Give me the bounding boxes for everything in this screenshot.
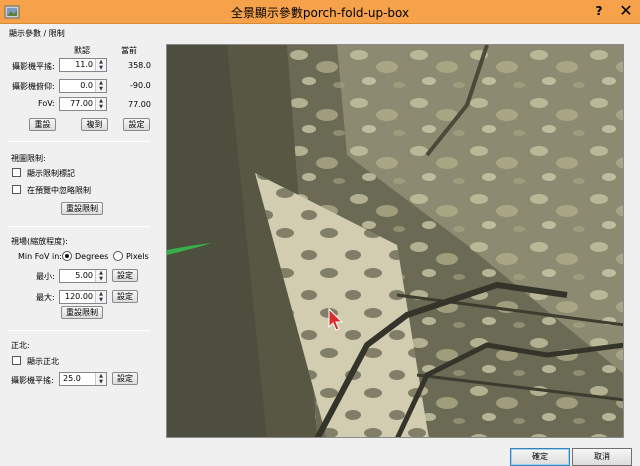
tilt-default-stepper[interactable]: 0.0 ▲ ▼ — [59, 79, 107, 93]
max-fov-stepper[interactable]: 120.00 ▲ ▼ — [59, 290, 107, 304]
settings-panel: 顯示參數 / 限制 默認 當前 攝影機平搖: 11.0 ▲ ▼ 358.0 攝影機… — [0, 24, 160, 464]
close-button[interactable]: ✕ — [612, 0, 640, 24]
pan-default-stepper[interactable]: 11.0 ▲ ▼ — [59, 58, 107, 72]
reset-fov-limits-button[interactable]: 重設限制 — [61, 306, 103, 319]
degrees-label: Degrees — [75, 252, 109, 261]
fov-limits-heading: 視場(縮放程度): — [11, 237, 68, 246]
divider — [8, 141, 150, 142]
set-north-button[interactable]: 設定 — [112, 372, 138, 385]
show-north-label: 顯示正北 — [27, 357, 59, 366]
cancel-button[interactable]: 取消 — [572, 448, 632, 466]
north-heading: 正北: — [11, 341, 30, 350]
north-pan-label: 攝影機平搖: — [11, 376, 54, 385]
copy-button[interactable]: 複到 — [81, 118, 108, 131]
set-max-fov-button[interactable]: 設定 — [112, 290, 138, 303]
min-fov-value: 5.00 — [75, 271, 93, 280]
view-limits-heading: 視圖限制: — [11, 154, 46, 163]
panorama-preview[interactable] — [166, 44, 624, 438]
reset-view-limits-button[interactable]: 重設限制 — [61, 202, 103, 215]
reset-button[interactable]: 重設 — [29, 118, 56, 131]
degrees-radio[interactable] — [62, 251, 72, 261]
col-current-label: 當前 — [121, 46, 137, 55]
divider — [8, 226, 150, 227]
stepper-down-icon[interactable]: ▼ — [96, 379, 106, 385]
min-fov-label: 最小: — [36, 272, 55, 281]
display-params-heading: 顯示參數 / 限制 — [9, 29, 65, 38]
show-limit-marks-checkbox[interactable] — [12, 168, 21, 177]
north-pan-value: 25.0 — [63, 374, 81, 383]
panorama-image — [167, 45, 623, 437]
col-default-label: 默認 — [74, 46, 90, 55]
tilt-label: 攝影機俯仰: — [12, 82, 55, 91]
max-fov-value: 120.00 — [65, 292, 93, 301]
pan-default-value: 11.0 — [75, 60, 93, 69]
help-button[interactable]: ? — [586, 0, 612, 24]
stepper-down-icon[interactable]: ▼ — [96, 297, 106, 303]
set-min-fov-button[interactable]: 設定 — [112, 269, 138, 282]
north-pan-stepper[interactable]: 25.0 ▲ ▼ — [59, 372, 107, 386]
fov-label: FoV: — [38, 99, 55, 108]
min-fov-stepper[interactable]: 5.00 ▲ ▼ — [59, 269, 107, 283]
pixels-label: Pixels — [126, 252, 149, 261]
tilt-current-value: -90.0 — [130, 81, 151, 90]
stepper-down-icon[interactable]: ▼ — [96, 65, 106, 71]
show-limit-marks-label: 顯示限制標記 — [27, 169, 75, 178]
pixels-radio[interactable] — [113, 251, 123, 261]
tilt-default-value: 0.0 — [80, 81, 93, 90]
window-title: 全景顯示參數porch-fold-up-box — [230, 6, 410, 20]
pan-label: 攝影機平搖: — [12, 62, 55, 71]
fov-default-stepper[interactable]: 77.00 ▲ ▼ — [59, 97, 107, 111]
ok-button[interactable]: 確定 — [510, 448, 570, 466]
show-north-checkbox[interactable] — [12, 356, 21, 365]
stepper-down-icon[interactable]: ▼ — [96, 276, 106, 282]
pan-current-value: 358.0 — [128, 61, 151, 70]
title-bar: 全景顯示參數porch-fold-up-box ? ✕ — [0, 0, 640, 24]
ignore-in-preview-label: 在預覽中忽略限制 — [27, 186, 91, 195]
fov-current-value: 77.00 — [128, 100, 151, 109]
stepper-down-icon[interactable]: ▼ — [96, 104, 106, 110]
max-fov-label: 最大: — [36, 293, 55, 302]
divider — [8, 330, 150, 331]
ignore-in-preview-checkbox[interactable] — [12, 185, 21, 194]
set-button[interactable]: 設定 — [123, 118, 150, 131]
min-fov-in-label: Min FoV in: — [18, 252, 62, 261]
fov-default-value: 77.00 — [70, 99, 93, 108]
stepper-down-icon[interactable]: ▼ — [96, 86, 106, 92]
